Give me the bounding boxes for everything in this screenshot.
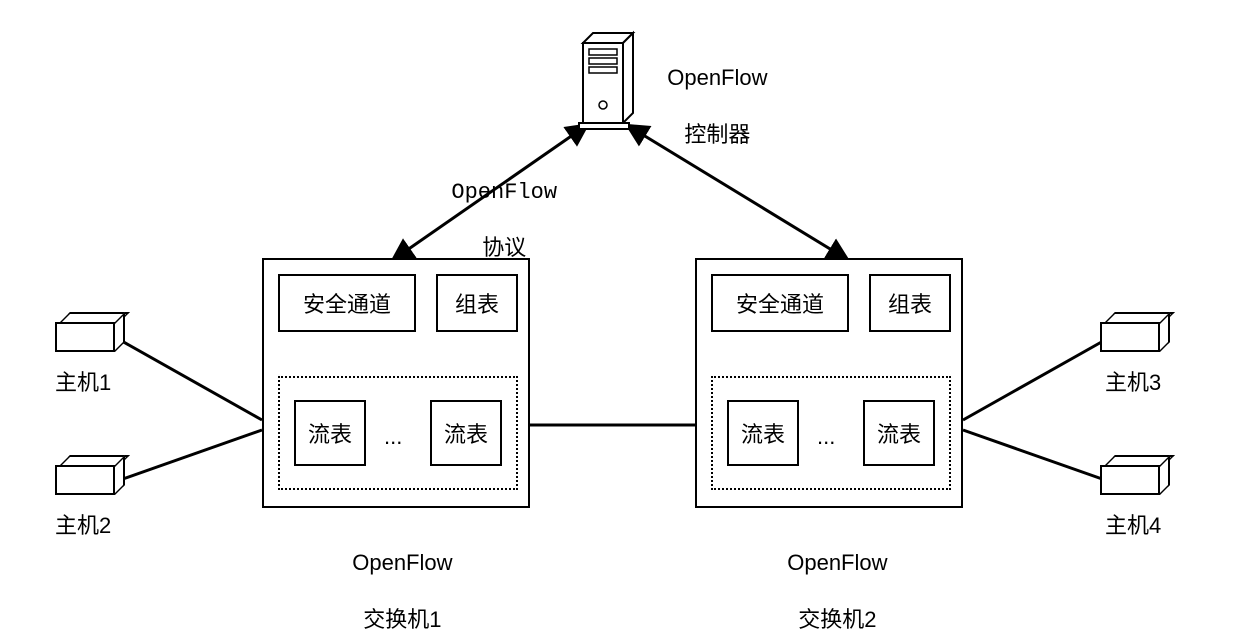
switch2-flow-table-a: 流表 xyxy=(727,400,799,466)
host-3-icon xyxy=(1100,312,1170,352)
host-4-label: 主机4 xyxy=(1105,508,1161,540)
switch2-flow-tables-group: 流表 ... 流表 xyxy=(711,376,951,490)
controller-label: OpenFlow 控制器 xyxy=(655,35,768,149)
openflow-switch-1: 安全通道 组表 流表 ... 流表 xyxy=(262,258,530,508)
host-1-label: 主机1 xyxy=(55,365,111,397)
protocol-label: OpenFlow 协议 xyxy=(425,150,557,264)
controller-server-icon xyxy=(575,25,645,140)
host-2-label: 主机2 xyxy=(55,508,111,540)
host-4-icon xyxy=(1100,455,1170,495)
switch1-flow-tables-group: 流表 ... 流表 xyxy=(278,376,518,490)
controller-title-1: OpenFlow xyxy=(667,65,767,90)
switch2-flow-table-b: 流表 xyxy=(863,400,935,466)
switch2-group-table: 组表 xyxy=(869,274,951,332)
host-2-icon xyxy=(55,455,125,495)
switch1-flow-table-a: 流表 xyxy=(294,400,366,466)
host-1-icon xyxy=(55,312,125,352)
switch1-group-table: 组表 xyxy=(436,274,518,332)
openflow-switch-2: 安全通道 组表 流表 ... 流表 xyxy=(695,258,963,508)
switch2-secure-channel: 安全通道 xyxy=(711,274,849,332)
switch1-secure-channel: 安全通道 xyxy=(278,274,416,332)
switch2-caption: OpenFlow 交换机2 xyxy=(775,520,888,634)
switch2-flow-ellipsis: ... xyxy=(817,424,835,450)
switch1-flow-ellipsis: ... xyxy=(384,424,402,450)
switch1-caption: OpenFlow 交换机1 xyxy=(340,520,453,634)
host-3-label: 主机3 xyxy=(1105,365,1161,397)
protocol-line1: OpenFlow xyxy=(451,180,557,205)
controller-title-2: 控制器 xyxy=(684,122,750,147)
switch1-flow-table-b: 流表 xyxy=(430,400,502,466)
